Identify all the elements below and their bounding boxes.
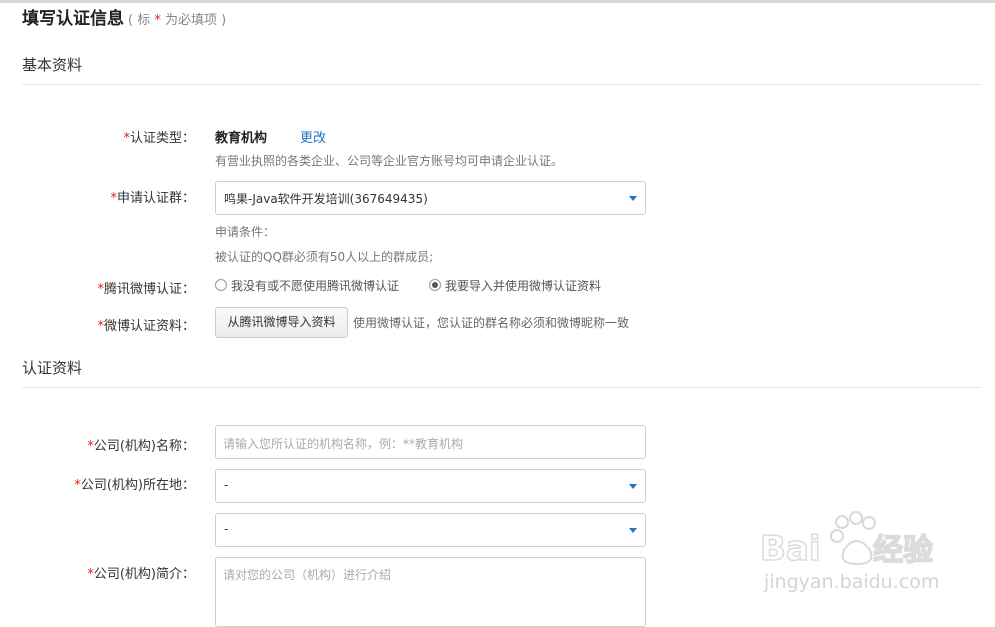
group-condition-text: 被认证的QQ群必须有50人以上的群成员; xyxy=(215,250,434,264)
weibo-data-note: 使用微博认证，您认证的群名称必须和微博昵称一致 xyxy=(353,316,630,330)
svg-text:Bai: Bai xyxy=(760,529,821,569)
page-title-text: 填写认证信息 xyxy=(22,9,124,29)
company-location-label: *公司(机构)所在地： xyxy=(74,474,195,493)
weibo-label: *腾讯微博认证： xyxy=(97,278,195,297)
group-select-value: 鸣果-Java软件开发培训(367649435) xyxy=(224,192,428,206)
required-hint: ( 标 * 为必填项 ) xyxy=(128,13,226,28)
import-weibo-button[interactable]: 从腾讯微博导入资料 xyxy=(215,307,348,338)
company-intro-textarea[interactable]: 请对您的公司（机构）进行介绍 xyxy=(215,557,646,627)
required-hint-open: ( 标 xyxy=(128,13,151,28)
required-hint-close: 为必填项 ) xyxy=(165,13,227,28)
weibo-option-no-label: 我没有或不愿使用腾讯微博认证 xyxy=(231,279,400,293)
weibo-option-no[interactable]: 我没有或不愿使用腾讯微博认证 xyxy=(215,277,399,294)
top-border xyxy=(0,0,995,3)
page-title: 填写认证信息 ( 标 * 为必填项 ) xyxy=(22,4,226,29)
group-label: *申请认证群： xyxy=(110,187,195,206)
radio-unchecked-icon[interactable] xyxy=(215,279,227,291)
company-name-input[interactable]: 请输入您所认证的机构名称，例：**教育机构 xyxy=(215,425,646,459)
cert-type-label: *认证类型： xyxy=(123,127,195,146)
weibo-data-label: *微博认证资料： xyxy=(97,315,195,334)
company-name-label-text: 公司(机构)名称： xyxy=(93,439,195,454)
cert-type-desc: 有营业执照的各类企业、公司等企业官方账号均可申请企业认证。 xyxy=(215,154,564,168)
cert-type-value: 教育机构 xyxy=(215,131,268,146)
radio-checked-icon[interactable] xyxy=(429,279,441,291)
province-select[interactable]: - xyxy=(215,469,646,503)
city-select[interactable]: - xyxy=(215,513,646,547)
group-label-text: 申请认证群： xyxy=(116,191,195,206)
chevron-down-icon xyxy=(629,196,637,201)
company-intro-label: *公司(机构)简介： xyxy=(87,563,195,582)
chevron-down-icon xyxy=(629,528,637,533)
change-type-link[interactable]: 更改 xyxy=(300,127,326,146)
weibo-option-yes-label: 我要导入并使用微博认证资料 xyxy=(445,279,602,293)
weibo-data-label-text: 微博认证资料： xyxy=(103,319,195,334)
province-select-value: - xyxy=(224,478,229,492)
section-divider xyxy=(22,84,982,85)
baidu-watermark-logo: Bai 经验 jingyan.baidu.com xyxy=(759,511,939,593)
section-title-basic: 基本资料 xyxy=(22,56,83,74)
group-condition-title: 申请条件： xyxy=(215,225,276,239)
weibo-label-text: 腾讯微博认证： xyxy=(103,282,195,297)
weibo-option-yes[interactable]: 我要导入并使用微博认证资料 xyxy=(429,277,601,294)
svg-text:经验: 经验 xyxy=(873,533,933,568)
company-location-label-text: 公司(机构)所在地： xyxy=(80,478,195,493)
company-name-label: *公司(机构)名称： xyxy=(87,435,195,454)
svg-text:jingyan.baidu.com: jingyan.baidu.com xyxy=(763,571,939,593)
company-intro-label-text: 公司(机构)简介： xyxy=(93,567,195,582)
section-divider xyxy=(22,387,982,388)
section-title-cert: 认证资料 xyxy=(22,359,83,377)
required-hint-star: * xyxy=(154,13,161,28)
city-select-value: - xyxy=(224,522,229,536)
chevron-down-icon xyxy=(629,484,637,489)
group-select[interactable]: 鸣果-Java软件开发培训(367649435) xyxy=(215,181,646,215)
cert-type-label-text: 认证类型： xyxy=(129,131,195,146)
